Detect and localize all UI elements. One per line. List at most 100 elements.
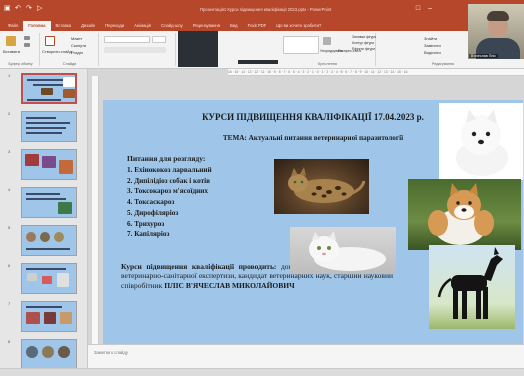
tab-review[interactable]: Рецензування <box>188 21 225 31</box>
slide-number: 8 <box>8 339 11 344</box>
list-item: 1. Ехінококоз ларвальний <box>127 166 212 174</box>
save-icon[interactable]: ▣ <box>4 5 11 12</box>
slide-thumbnail[interactable]: 5 <box>0 223 87 259</box>
ribbon-tabs: Файл Головна Вставка Дизайн Переходи Ані… <box>0 18 524 31</box>
slide-thumbnail[interactable]: 7 <box>0 299 87 335</box>
slide-number: 6 <box>8 263 11 268</box>
akita-dog-photo[interactable] <box>408 179 521 250</box>
list-item: 6. Трихуроз <box>127 219 165 228</box>
start-slideshow-icon[interactable]: ▷ <box>37 5 44 12</box>
layout-button[interactable]: Макет <box>71 36 82 41</box>
shape-outline-button[interactable]: Контур фігури <box>352 41 374 45</box>
tell-me-search[interactable]: Що ви хочете зробити? <box>271 21 326 31</box>
tab-file[interactable]: Файл <box>3 21 23 31</box>
slide-thumbnail[interactable]: 4 <box>0 185 87 221</box>
minimize-icon[interactable]: – <box>428 5 432 12</box>
vertical-ruler <box>92 76 99 344</box>
slide-number: 3 <box>8 149 11 154</box>
cut-icon[interactable] <box>24 36 30 40</box>
slide-number: 5 <box>8 225 11 230</box>
list-item: 7. Капіляріоз <box>127 230 170 239</box>
tab-animations[interactable]: Анімація <box>129 21 156 31</box>
slide-thumbnail[interactable]: 3 <box>0 147 87 183</box>
slide-number: 4 <box>8 187 11 192</box>
new-slide-button[interactable]: Створити слайд <box>42 49 72 54</box>
font-size-box[interactable] <box>152 36 166 43</box>
title-bar: ▣ ↶ ↷ ▷ Презентація1 Курси підвищення кв… <box>0 0 524 18</box>
lecturer-name: ПЛІС В'ЯЧЕСЛАВ МИКОЛАЙОВИЧ <box>164 280 295 290</box>
thumbnail-image[interactable] <box>21 301 77 332</box>
undo-icon[interactable]: ↶ <box>15 5 22 12</box>
questions-heading[interactable]: Питання для розгляду: <box>127 154 205 163</box>
shapes-gallery[interactable] <box>283 36 319 54</box>
thumbnail-image[interactable] <box>21 225 77 256</box>
bengal-cat-photo[interactable] <box>274 159 369 214</box>
thumbnail-image[interactable] <box>21 263 77 294</box>
tab-design[interactable]: Дизайн <box>76 21 100 31</box>
list-item: 4. Токсаскароз <box>127 198 175 207</box>
font-format-buttons[interactable] <box>104 47 166 53</box>
slide-thumbnail-pane[interactable]: 1 2 3 4 5 6 7 8 <box>0 69 88 376</box>
great-dane-dog-photo[interactable] <box>429 245 515 329</box>
current-slide[interactable]: КУРСИ ПІДВИЩЕННЯ КВАЛІФІКАЦІЇ 17.04.2023… <box>103 100 523 344</box>
horizontal-ruler: 16 · 15 · 14 · 13 · 12 · 11 · 10 · 9 · 8… <box>228 69 524 76</box>
window-title: Презентація1 Курси підвищення кваліфікац… <box>200 7 332 12</box>
quick-access-toolbar: ▣ ↶ ↷ ▷ <box>4 5 44 12</box>
drawing-group-label: Креслення <box>318 62 337 66</box>
screen-overlay-strip <box>238 60 278 64</box>
slide-thumbnail[interactable]: 2 <box>0 109 87 145</box>
editing-group-label: Редагування <box>431 62 455 66</box>
slide-thumbnail[interactable]: 6 <box>0 261 87 297</box>
screen-overlay <box>178 31 218 67</box>
new-slide-icon[interactable] <box>45 36 55 46</box>
british-shorthair-cat-photo[interactable] <box>290 227 396 274</box>
shape-fill-button[interactable]: Заливка фігури <box>352 35 376 39</box>
white-spitz-dog-photo[interactable] <box>439 103 523 180</box>
webcam-video: В'ячеслав Пліс <box>468 4 524 59</box>
ribbon-display-icon[interactable]: □ <box>416 5 420 12</box>
slide-editing-area[interactable]: КУРСИ ПІДВИЩЕННЯ КВАЛІФІКАЦІЇ 17.04.2023… <box>99 76 524 344</box>
status-bar <box>0 368 524 376</box>
select-button[interactable]: Виділити <box>424 50 441 55</box>
powerpoint-window: ▣ ↶ ↷ ▷ Презентація1 Курси підвищення кв… <box>0 0 524 376</box>
slides-group-label: Слайди <box>62 62 77 66</box>
tab-view[interactable]: Вид <box>225 21 243 31</box>
thumbnail-image[interactable] <box>21 339 77 370</box>
clipboard-group: Вставити Буфер обміну <box>2 33 40 66</box>
tab-insert[interactable]: Вставка <box>51 21 77 31</box>
shape-effects-button[interactable]: Ефекти фігури <box>352 47 375 51</box>
drawing-group: Упорядкувати Експрес-стилі Заливка фігур… <box>280 33 376 66</box>
replace-button[interactable]: Замінити <box>424 43 441 48</box>
font-group <box>100 33 176 66</box>
tab-slideshow[interactable]: Слайд-шоу <box>156 21 188 31</box>
redo-icon[interactable]: ↷ <box>26 5 33 12</box>
slide-thumbnail[interactable]: 1 <box>0 71 87 107</box>
thumbnail-image[interactable] <box>21 187 77 218</box>
section-button[interactable]: Розділ <box>71 50 83 55</box>
find-button[interactable]: Знайти <box>424 36 437 41</box>
arrange-icon[interactable] <box>323 37 331 45</box>
slide-notes-field[interactable]: Заметки к слайду <box>88 344 524 368</box>
list-item: 3. Токсокароз м'ясоїдних <box>127 187 208 196</box>
list-item: 5. Дирофіляріоз <box>127 208 179 217</box>
slide-number: 7 <box>8 301 11 306</box>
tab-transitions[interactable]: Переходи <box>100 21 129 31</box>
questions-list[interactable]: 1. Ехінококоз ларвальний 2. Дипілідіоз с… <box>127 165 212 240</box>
font-name-box[interactable] <box>104 36 150 43</box>
person-hair <box>487 11 509 21</box>
thumbnail-image[interactable] <box>21 73 77 104</box>
paste-icon[interactable] <box>6 36 16 46</box>
slides-group: Створити слайд Макет Скинути Розділ Слай… <box>41 33 99 66</box>
reset-button[interactable]: Скинути <box>71 43 86 48</box>
slide-number: 2 <box>8 111 11 116</box>
tab-home[interactable]: Головна <box>23 21 51 31</box>
paste-button[interactable]: Вставити <box>3 49 20 54</box>
copy-icon[interactable] <box>24 43 30 47</box>
thumbnail-image[interactable] <box>21 149 77 180</box>
thumbnail-image[interactable] <box>21 111 77 142</box>
list-item: 2. Дипілідіоз собак і котів <box>127 176 211 185</box>
lecturer-lead: Курси підвищення кваліфікації проводить: <box>121 262 277 271</box>
editing-group: Знайти Замінити Виділити Редагування <box>420 33 466 66</box>
clipboard-group-label: Буфер обміну <box>8 62 33 66</box>
tab-foxit-pdf[interactable]: Foxit PDF <box>243 21 272 31</box>
